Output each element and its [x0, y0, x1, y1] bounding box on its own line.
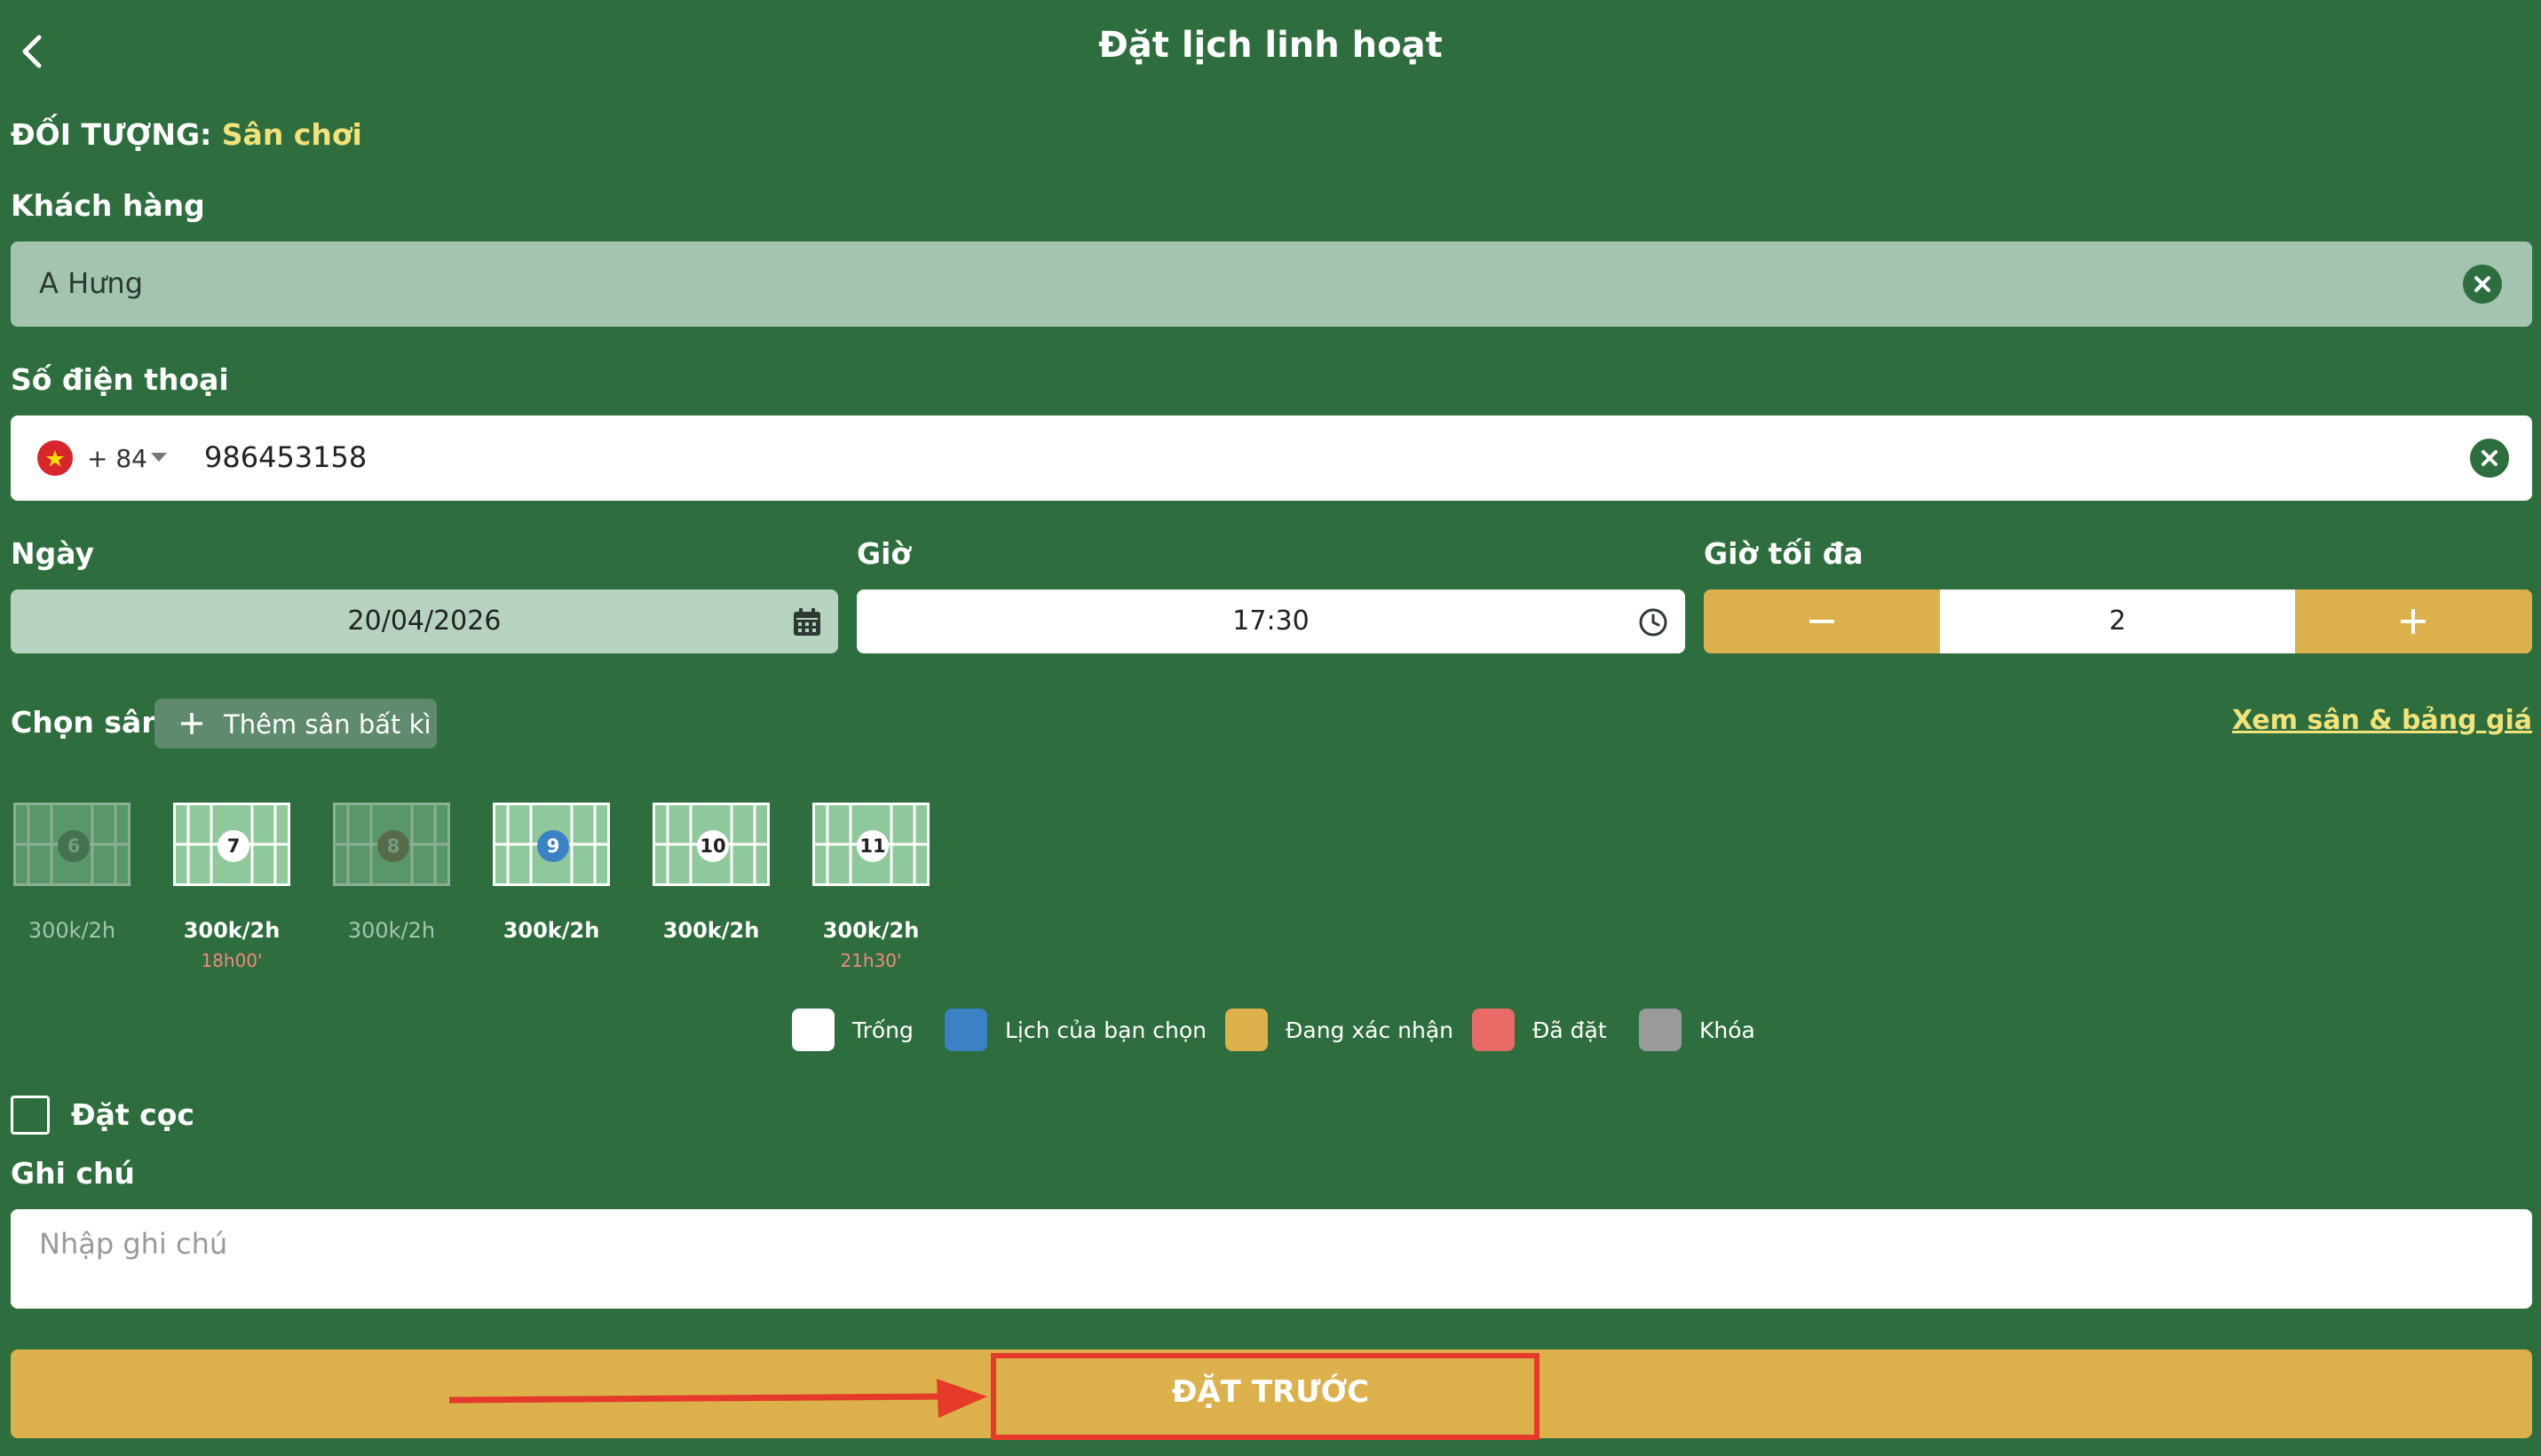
target-value: Sân chơi: [221, 117, 362, 152]
calendar-icon[interactable]: [792, 607, 822, 637]
court-price: 300k/2h: [183, 918, 281, 943]
court-number: 9: [537, 830, 569, 862]
country-code[interactable]: + 84: [87, 444, 147, 473]
close-icon: [2482, 450, 2497, 466]
highlight-box: [991, 1353, 1540, 1440]
max-hours-stepper[interactable]: 2: [1704, 590, 2532, 653]
court-10[interactable]: 10 300k/2h: [653, 803, 773, 943]
court-image[interactable]: 6: [13, 803, 131, 886]
legend-swatch: [1472, 1009, 1515, 1051]
notes-placeholder: Nhập ghi chú: [39, 1227, 228, 1261]
court-price: 300k/2h: [822, 918, 920, 943]
customer-value: A Hưng: [39, 266, 143, 300]
court-image[interactable]: 11: [812, 803, 930, 886]
minus-icon: [1809, 620, 1834, 623]
plus-icon: [181, 713, 202, 734]
phone-input[interactable]: + 84 986453158: [11, 415, 2532, 501]
court-price: 300k/2h: [662, 918, 760, 943]
court-number: 7: [218, 830, 249, 862]
phone-value: 986453158: [204, 440, 368, 474]
close-icon: [2474, 276, 2490, 292]
notes-input[interactable]: Nhập ghi chú: [11, 1209, 2532, 1309]
court-booked-time: 21h30': [840, 950, 902, 971]
court-image[interactable]: 8: [333, 803, 450, 886]
court-number: 10: [697, 830, 729, 862]
time-picker[interactable]: 17:30: [857, 590, 1685, 653]
legend-label: Đã đặt: [1532, 1017, 1607, 1043]
phone-label: Số điện thoại: [11, 362, 229, 397]
caret-down-icon[interactable]: [151, 453, 167, 462]
court-number: 6: [58, 830, 90, 862]
legend-label: Trống: [852, 1017, 914, 1043]
court-6[interactable]: 6 300k/2h: [13, 803, 134, 943]
legend-label: Khóa: [1699, 1017, 1755, 1043]
court-price: 300k/2h: [503, 918, 600, 943]
court-number: 8: [377, 830, 409, 862]
target-row: ĐỐI TƯỢNG: Sân chơi: [11, 117, 362, 152]
date-label: Ngày: [11, 536, 95, 571]
legend-swatch: [1639, 1009, 1682, 1051]
legend-label: Đang xác nhận: [1286, 1017, 1454, 1043]
add-court-button[interactable]: Thêm sân bất kì: [154, 699, 437, 748]
clear-customer-button[interactable]: [2463, 265, 2502, 304]
legend-swatch: [945, 1009, 987, 1051]
court-price: 300k/2h: [28, 918, 116, 943]
court-image[interactable]: 10: [653, 803, 770, 886]
courts-label: Chọn sân: [11, 705, 162, 740]
deposit-label[interactable]: Đặt cọc: [71, 1097, 194, 1132]
vietnam-flag-icon[interactable]: [37, 440, 73, 476]
court-number: 11: [857, 830, 889, 862]
customer-label: Khách hàng: [11, 188, 205, 223]
customer-input[interactable]: A Hưng: [11, 241, 2532, 327]
date-value: 20/04/2026: [347, 605, 502, 637]
court-7[interactable]: 7 300k/2h 18h00': [173, 803, 294, 971]
view-courts-link[interactable]: Xem sân & bảng giá: [2232, 705, 2532, 736]
clear-phone-button[interactable]: [2470, 439, 2509, 478]
date-picker[interactable]: 20/04/2026: [11, 590, 838, 653]
time-value: 17:30: [1232, 605, 1310, 637]
legend-swatch: [1225, 1009, 1268, 1051]
deposit-checkbox[interactable]: [11, 1096, 50, 1135]
court-image[interactable]: 9: [493, 803, 610, 886]
max-hours-value: 2: [2109, 605, 2126, 637]
page-title: Đặt lịch linh hoạt: [1098, 25, 1443, 66]
court-9[interactable]: 9 300k/2h: [493, 803, 613, 943]
notes-label: Ghi chú: [11, 1156, 135, 1191]
decrease-button[interactable]: [1704, 590, 1940, 653]
target-label: ĐỐI TƯỢNG:: [11, 117, 212, 152]
arrow-right-icon: [448, 1379, 987, 1418]
court-8[interactable]: 8 300k/2h: [333, 803, 454, 943]
legend-swatch: [792, 1009, 835, 1051]
court-price: 300k/2h: [347, 918, 436, 943]
status-legend: Trống Lịch của bạn chọn Đang xác nhận Đã đặ…: [792, 1009, 1769, 1051]
increase-button[interactable]: [2295, 590, 2532, 653]
court-booked-time: 18h00': [201, 950, 263, 971]
time-label: Giờ: [857, 536, 912, 571]
legend-label: Lịch của bạn chọn: [1005, 1017, 1207, 1043]
add-court-label: Thêm sân bất kì: [224, 709, 431, 740]
plus-icon: [2401, 609, 2426, 634]
court-11[interactable]: 11 300k/2h 21h30': [812, 803, 933, 971]
court-image[interactable]: 7: [173, 803, 290, 886]
clock-icon[interactable]: [1638, 607, 1668, 637]
max-hours-label: Giờ tối đa: [1704, 536, 1864, 571]
